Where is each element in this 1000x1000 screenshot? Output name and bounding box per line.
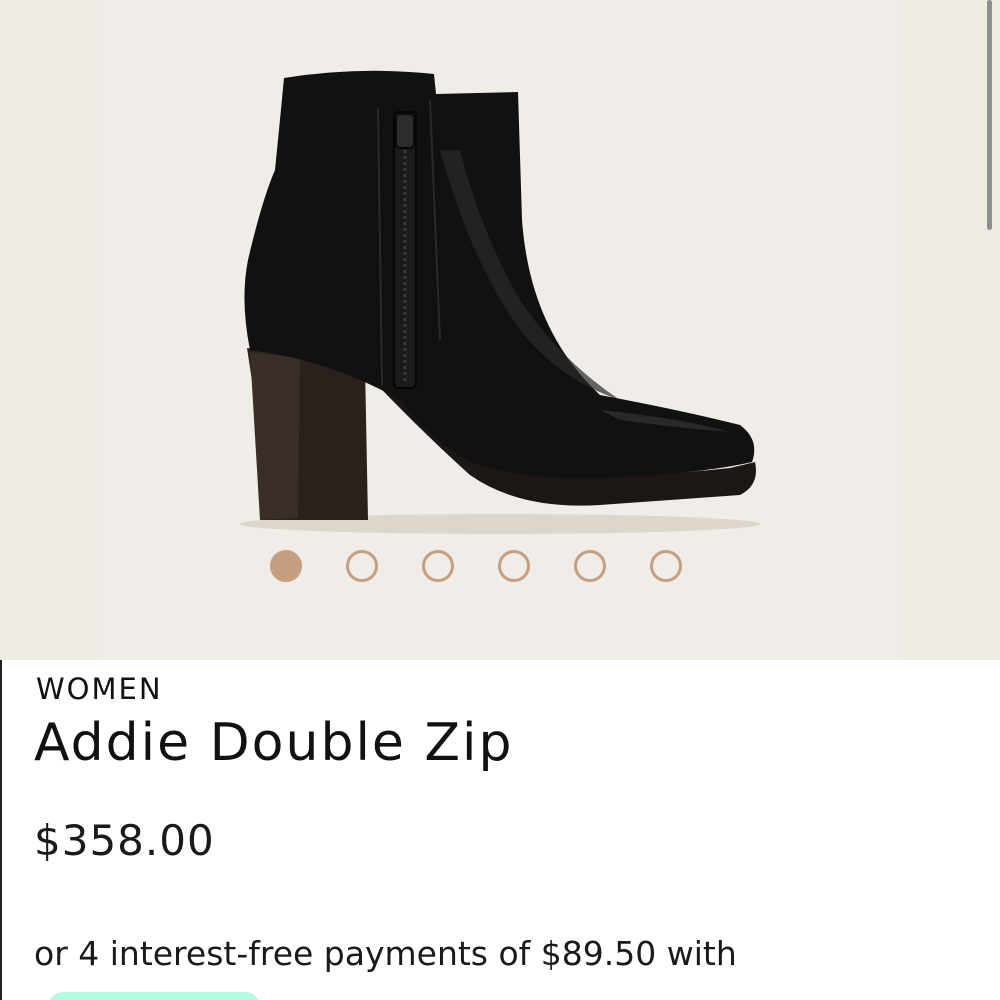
- gallery-dot-2[interactable]: [346, 550, 378, 582]
- gallery-dot-4[interactable]: [498, 550, 530, 582]
- zipper-track: [393, 111, 417, 389]
- gallery-pagination: [270, 550, 682, 582]
- installment-payments-text: or 4 interest-free payments of $89.50 wi…: [34, 934, 737, 973]
- zipper-pull: [395, 113, 415, 149]
- product-image-gallery[interactable]: [0, 0, 1000, 660]
- gallery-dot-6[interactable]: [650, 550, 682, 582]
- boot-heel-highlight: [250, 352, 300, 520]
- gallery-dot-3[interactable]: [422, 550, 454, 582]
- product-category[interactable]: WOMEN: [36, 672, 163, 706]
- product-page: WOMEN Addie Double Zip $358.00 or 4 inte…: [0, 0, 1000, 1000]
- afterpay-badge[interactable]: [48, 992, 260, 1000]
- product-title: Addie Double Zip: [34, 713, 514, 773]
- gallery-dot-1[interactable]: [270, 550, 302, 582]
- page-scrollbar[interactable]: [987, 0, 992, 230]
- gallery-dot-5[interactable]: [574, 550, 606, 582]
- product-price: $358.00: [34, 816, 215, 865]
